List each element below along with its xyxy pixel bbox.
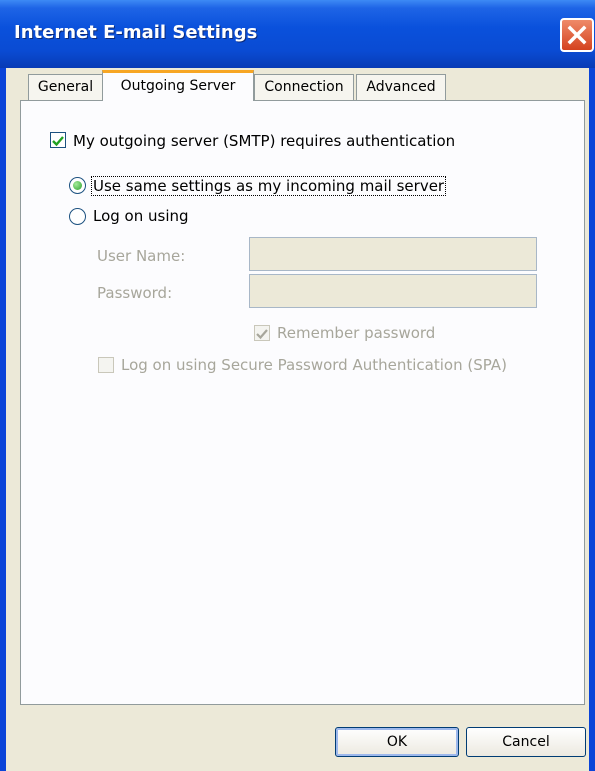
tab-general[interactable]: General [28, 74, 103, 100]
tab-general-label: General [37, 79, 94, 95]
requires-auth-label[interactable]: My outgoing server (SMTP) requires authe… [73, 132, 455, 150]
ok-button-label: OK [386, 734, 408, 750]
remember-password-label[interactable]: Remember password [277, 324, 435, 342]
checkmark-icon [52, 136, 64, 147]
username-input[interactable] [249, 237, 537, 271]
use-same-settings-radio[interactable] [69, 177, 86, 194]
title-bar[interactable]: Internet E-mail Settings [0, 0, 595, 68]
tab-panel-outgoing-server: My outgoing server (SMTP) requires authe… [20, 100, 585, 705]
checkmark-icon [256, 329, 268, 340]
tab-connection-label: Connection [264, 79, 344, 95]
spa-checkbox[interactable] [98, 357, 114, 373]
close-button[interactable] [560, 18, 594, 52]
remember-password-checkbox[interactable] [254, 325, 270, 341]
tab-advanced-label: Advanced [366, 79, 436, 95]
requires-auth-checkbox[interactable] [50, 132, 66, 148]
tab-connection[interactable]: Connection [254, 74, 354, 100]
tab-outgoing-server[interactable]: Outgoing Server [102, 70, 254, 101]
tab-advanced[interactable]: Advanced [356, 74, 446, 100]
password-input[interactable] [249, 274, 537, 308]
log-on-using-label[interactable]: Log on using [93, 207, 189, 225]
username-label: User Name: [97, 247, 186, 265]
cancel-button-label: Cancel [502, 734, 550, 750]
window-title: Internet E-mail Settings [14, 22, 258, 43]
spa-label[interactable]: Log on using Secure Password Authenticat… [121, 356, 507, 374]
use-same-settings-label[interactable]: Use same settings as my incoming mail se… [91, 176, 447, 196]
cancel-button[interactable]: Cancel [466, 727, 586, 757]
tab-outgoing-server-label: Outgoing Server [120, 78, 236, 94]
radio-selected-dot [73, 181, 82, 190]
ok-button[interactable]: OK [335, 727, 459, 757]
log-on-using-radio[interactable] [69, 208, 86, 225]
password-label: Password: [97, 284, 173, 302]
close-icon [567, 25, 587, 45]
